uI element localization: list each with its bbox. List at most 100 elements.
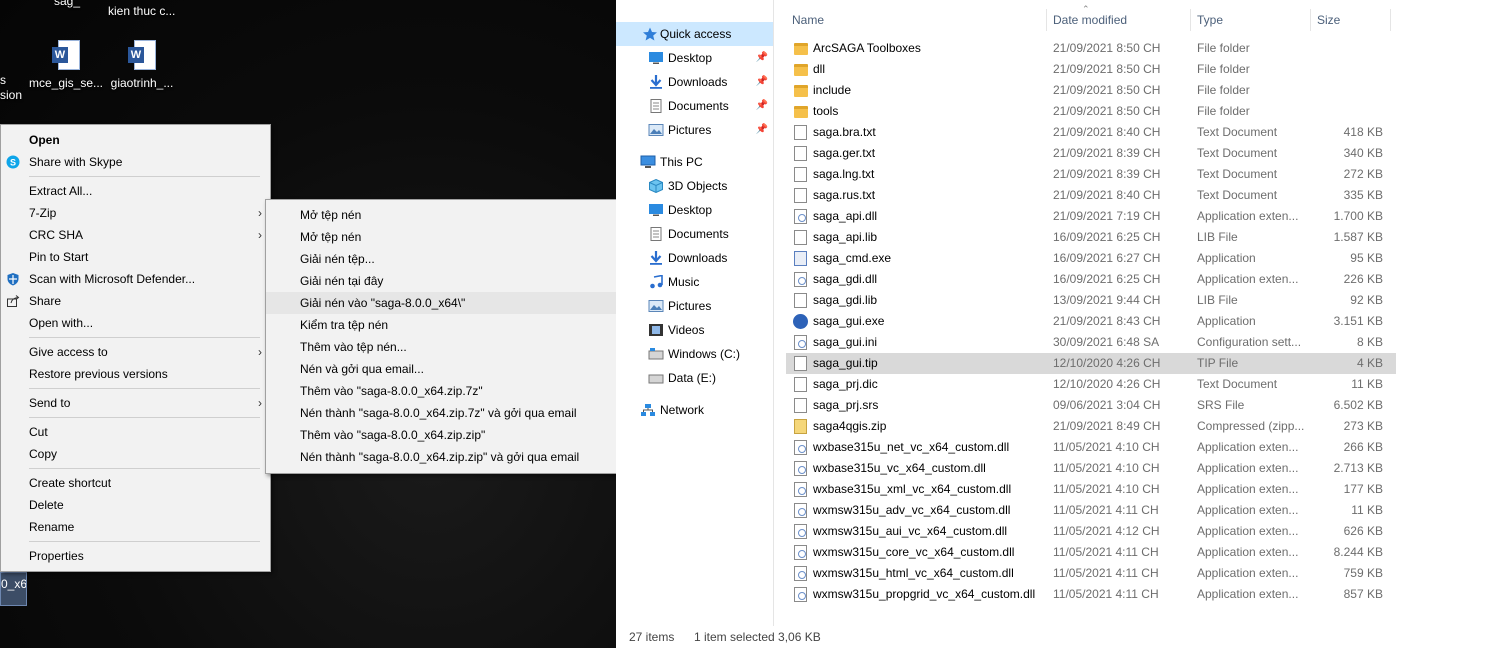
file-name: saga4qgis.zip: [813, 419, 887, 433]
nav-3d-objects[interactable]: 3D Objects: [616, 174, 773, 198]
file-row[interactable]: saga.ger.txt 21/09/2021 8:39 CH Text Docum…: [786, 143, 1396, 164]
column-header-name[interactable]: Name: [786, 9, 1047, 31]
selected-desktop-file[interactable]: 0_x6: [0, 572, 27, 606]
file-row[interactable]: saga_api.lib 16/09/2021 6:25 CH LIB File 1.…: [786, 227, 1396, 248]
dll-file-icon: [794, 587, 807, 602]
file-row[interactable]: saga_gui.ini 30/09/2021 6:48 SA Configurat…: [786, 332, 1396, 353]
file-row[interactable]: saga4qgis.zip 21/09/2021 8:49 CH Compresse…: [786, 416, 1396, 437]
submenu-item-add-to-archive[interactable]: Thêm vào tệp nén...: [266, 336, 650, 358]
file-row[interactable]: saga_cmd.exe 16/09/2021 6:27 CH Applicatio…: [786, 248, 1396, 269]
music-note-icon: [650, 275, 663, 289]
menu-item-open-with[interactable]: Open with...: [1, 312, 270, 334]
exe-file-icon: [794, 251, 807, 266]
file-size: 759 KB: [1343, 566, 1383, 580]
menu-item-send-to[interactable]: Send to ›: [1, 392, 270, 414]
menu-item-crc-sha[interactable]: CRC SHA ›: [1, 224, 270, 246]
column-header-type[interactable]: Type: [1191, 9, 1311, 31]
file-row[interactable]: wxmsw315u_adv_vc_x64_custom.dll 11/05/202…: [786, 500, 1396, 521]
file-row[interactable]: wxbase315u_net_vc_x64_custom.dll 11/05/20…: [786, 437, 1396, 458]
file-row[interactable]: dll 21/09/2021 8:50 CH File folder: [786, 59, 1396, 80]
file-row[interactable]: wxmsw315u_html_vc_x64_custom.dll 11/05/20…: [786, 563, 1396, 584]
file-type: TIP File: [1197, 356, 1239, 370]
submenu-item-test-archive[interactable]: Kiểm tra tệp nén: [266, 314, 650, 336]
column-header-date[interactable]: Date modified: [1047, 9, 1191, 31]
folder-file-icon: [794, 43, 808, 55]
nav-documents[interactable]: Documents: [616, 222, 773, 246]
file-row[interactable]: wxmsw315u_aui_vc_x64_custom.dll 11/05/202…: [786, 521, 1396, 542]
nav-quick-documents[interactable]: Documents 📌: [616, 94, 773, 118]
desktop-icon-giaotrinh[interactable]: W giaotrinh_...: [102, 40, 182, 90]
menu-item-rename[interactable]: Rename: [1, 516, 270, 538]
menu-item-extract-all[interactable]: Extract All...: [1, 180, 270, 202]
nav-music[interactable]: Music: [616, 270, 773, 294]
submenu-item-compress-zip-email[interactable]: Nén thành "saga-8.0.0_x64.zip.zip" và gở…: [266, 446, 650, 468]
menu-item-scan-defender[interactable]: Scan with Microsoft Defender...: [1, 268, 270, 290]
menu-item-restore-versions[interactable]: Restore previous versions: [1, 363, 270, 385]
file-row[interactable]: saga_api.dll 21/09/2021 7:19 CH Applicatio…: [786, 206, 1396, 227]
menu-item-cut[interactable]: Cut: [1, 421, 270, 443]
file-row[interactable]: saga.rus.txt 21/09/2021 8:40 CH Text Docum…: [786, 185, 1396, 206]
menu-item-create-shortcut[interactable]: Create shortcut: [1, 472, 270, 494]
submenu-item-extract-here[interactable]: Giải nén tại đây: [266, 270, 650, 292]
submenu-item-open-archive[interactable]: Mở tệp nén: [266, 204, 650, 226]
menu-separator: [29, 541, 260, 542]
menu-item-open[interactable]: Open: [1, 129, 270, 151]
file-name: wxmsw315u_adv_vc_x64_custom.dll: [813, 503, 1011, 517]
menu-item-pin-to-start[interactable]: Pin to Start: [1, 246, 270, 268]
submenu-item-extract-files[interactable]: Giải nén tệp...: [266, 248, 650, 270]
folder-file-icon: [794, 85, 808, 97]
submenu-item-open-archive-more[interactable]: Mở tệp nén›: [266, 226, 650, 248]
menu-item-share[interactable]: Share: [1, 290, 270, 312]
desktop-icon: [649, 52, 663, 64]
nav-downloads[interactable]: Downloads: [616, 246, 773, 270]
desktop-icon-label: sion: [0, 88, 23, 102]
menu-item-share-with-skype[interactable]: S Share with Skype: [1, 151, 270, 173]
menu-item-delete[interactable]: Delete: [1, 494, 270, 516]
file-row[interactable]: tools 21/09/2021 8:50 CH File folder: [786, 101, 1396, 122]
file-row[interactable]: saga_prj.dic 12/10/2020 4:26 CH Text Docum…: [786, 374, 1396, 395]
submenu-item-compress-email[interactable]: Nén và gởi qua email...: [266, 358, 650, 380]
file-row[interactable]: include 21/09/2021 8:50 CH File folder: [786, 80, 1396, 101]
file-row[interactable]: wxbase315u_vc_x64_custom.dll 11/05/2021 4…: [786, 458, 1396, 479]
file-row[interactable]: saga_prj.srs 09/06/2021 3:04 CH SRS File 6.…: [786, 395, 1396, 416]
file-row[interactable]: ArcSAGA Toolboxes 21/09/2021 8:50 CH File …: [786, 38, 1396, 59]
nav-pictures[interactable]: Pictures: [616, 294, 773, 318]
file-row[interactable]: wxbase315u_xml_vc_x64_custom.dll 11/05/20…: [786, 479, 1396, 500]
submenu-item-compress-7z-email[interactable]: Nén thành "saga-8.0.0_x64.zip.7z" và gởi…: [266, 402, 650, 424]
file-row[interactable]: saga_gdi.dll 16/09/2021 6:25 CH Applicatio…: [786, 269, 1396, 290]
column-header-size[interactable]: Size: [1311, 9, 1391, 31]
menu-item-properties[interactable]: Properties: [1, 545, 270, 567]
menu-item-7zip[interactable]: 7-Zip ›: [1, 202, 270, 224]
file-row[interactable]: wxmsw315u_core_vc_x64_custom.dll 11/05/20…: [786, 542, 1396, 563]
file-row[interactable]: saga.bra.txt 21/09/2021 8:40 CH Text Docum…: [786, 122, 1396, 143]
file-row[interactable]: saga_gui.exe 21/09/2021 8:43 CH Applicatio…: [786, 311, 1396, 332]
file-size: 8.244 KB: [1333, 545, 1383, 559]
file-row[interactable]: saga_gui.tip 12/10/2020 4:26 CH TIP File 4 …: [786, 353, 1396, 374]
menu-item-give-access[interactable]: Give access to ›: [1, 341, 270, 363]
submenu-item-add-to-zip[interactable]: Thêm vào "saga-8.0.0_x64.zip.zip": [266, 424, 650, 446]
nav-quick-desktop[interactable]: Desktop 📌: [616, 46, 773, 70]
submenu-item-add-to-7z[interactable]: Thêm vào "saga-8.0.0_x64.zip.7z": [266, 380, 650, 402]
file-type: Application exten...: [1197, 566, 1299, 580]
nav-network[interactable]: Network: [616, 398, 773, 422]
nav-quick-downloads[interactable]: Downloads 📌: [616, 70, 773, 94]
file-name: saga_api.lib: [813, 230, 878, 244]
doc-file-icon: [794, 188, 807, 203]
desktop-icon-mce-gis[interactable]: W mce_gis_se...: [26, 40, 106, 90]
file-row[interactable]: saga_gdi.lib 13/09/2021 9:44 CH LIB File 92…: [786, 290, 1396, 311]
nav-data-e[interactable]: Data (E:): [616, 366, 773, 390]
nav-windows-c[interactable]: Windows (C:): [616, 342, 773, 366]
file-size: 335 KB: [1343, 188, 1383, 202]
file-row[interactable]: wxmsw315u_propgrid_vc_x64_custom.dll 11/0…: [786, 584, 1396, 605]
file-type: Configuration sett...: [1197, 335, 1302, 349]
file-row[interactable]: saga.lng.txt 21/09/2021 8:39 CH Text Docum…: [786, 164, 1396, 185]
nav-this-pc[interactable]: This PC: [616, 150, 773, 174]
menu-item-copy[interactable]: Copy: [1, 443, 270, 465]
nav-quick-access[interactable]: Quick access: [616, 22, 773, 46]
submenu-item-extract-to-folder[interactable]: Giải nén vào "saga-8.0.0_x64\": [266, 292, 650, 314]
documents-icon: [650, 227, 662, 241]
file-type: Application: [1197, 251, 1256, 265]
nav-desktop[interactable]: Desktop: [616, 198, 773, 222]
nav-videos[interactable]: Videos: [616, 318, 773, 342]
nav-quick-pictures[interactable]: Pictures 📌: [616, 118, 773, 142]
